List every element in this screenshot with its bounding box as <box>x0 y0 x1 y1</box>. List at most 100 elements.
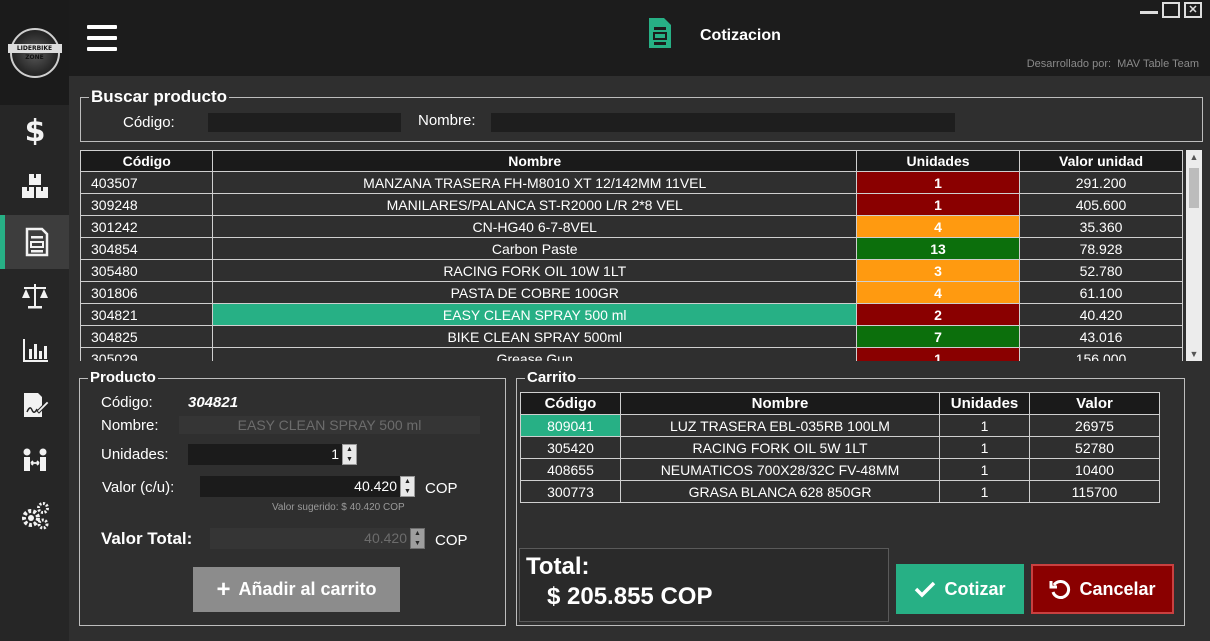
sidebar-item-sales[interactable]: $ <box>0 103 69 157</box>
cart-cell-value[interactable]: 10400 <box>1029 458 1160 481</box>
cell-unit-price[interactable]: 35.360 <box>1019 215 1183 238</box>
table-row[interactable]: 304854 Carbon Paste 13 78.928 <box>80 237 1183 260</box>
cell-name[interactable]: CN-HG40 6-7-8VEL <box>212 215 858 238</box>
unit-value-input[interactable]: 40.420 <box>200 476 400 497</box>
cell-units[interactable]: 1 <box>856 171 1021 194</box>
cell-code[interactable]: 301806 <box>80 281 214 304</box>
column-header-code[interactable]: Código <box>80 150 214 172</box>
cart-cell-units[interactable]: 1 <box>939 436 1030 459</box>
cart-cell-code[interactable]: 809041 <box>520 414 621 437</box>
sidebar-item-reports[interactable] <box>0 323 69 377</box>
cart-cell-name[interactable]: RACING FORK OIL 5W 1LT <box>620 436 940 459</box>
sidebar-item-inventory[interactable] <box>0 158 69 212</box>
cell-unit-price[interactable]: 52.780 <box>1019 259 1183 282</box>
cell-code[interactable]: 403507 <box>80 171 214 194</box>
stepper-down-icon[interactable]: ▼ <box>343 455 356 465</box>
cart-cell-value[interactable]: 115700 <box>1029 480 1160 503</box>
table-row[interactable]: 305029 Grease Gun 1 156.000 <box>80 347 1183 361</box>
cart-cell-name[interactable]: NEUMATICOS 700X28/32C FV-48MM <box>620 458 940 481</box>
cancel-button[interactable]: Cancelar <box>1031 564 1174 614</box>
cell-code[interactable]: 301242 <box>80 215 214 238</box>
cell-units[interactable]: 4 <box>856 215 1021 238</box>
stepper-up-icon[interactable]: ▲ <box>343 445 356 455</box>
cell-units[interactable]: 3 <box>856 259 1021 282</box>
sidebar-item-settings[interactable] <box>0 488 69 542</box>
close-button[interactable]: ✕ <box>1184 2 1202 18</box>
unit-value-stepper[interactable]: ▲ ▼ <box>400 476 415 497</box>
table-row[interactable]: 301806 PASTA DE COBRE 100GR 4 61.100 <box>80 281 1183 304</box>
cell-unit-price[interactable]: 61.100 <box>1019 281 1183 304</box>
table-row[interactable]: 309248 MANILARES/PALANCA ST-R2000 L/R 2*8… <box>80 193 1183 216</box>
cart-row[interactable]: 809041 LUZ TRASERA EBL-035RB 100LM 1 26975 <box>520 414 1160 437</box>
cart-header-value[interactable]: Valor <box>1029 392 1160 415</box>
cell-units[interactable]: 2 <box>856 303 1021 326</box>
cart-cell-value[interactable]: 52780 <box>1029 436 1160 459</box>
cell-unit-price[interactable]: 78.928 <box>1019 237 1183 260</box>
cell-unit-price[interactable]: 40.420 <box>1019 303 1183 326</box>
cart-cell-name[interactable]: GRASA BLANCA 628 850GR <box>620 480 940 503</box>
table-row[interactable]: 305480 RACING FORK OIL 10W 1LT 3 52.780 <box>80 259 1183 282</box>
cell-unit-price[interactable]: 156.000 <box>1019 347 1183 361</box>
cart-cell-value[interactable]: 26975 <box>1029 414 1160 437</box>
cart-cell-code[interactable]: 305420 <box>520 436 621 459</box>
quote-button[interactable]: Cotizar <box>896 564 1024 614</box>
search-code-input[interactable] <box>208 113 401 132</box>
cell-unit-price[interactable]: 291.200 <box>1019 171 1183 194</box>
minimize-button[interactable] <box>1140 2 1158 14</box>
sidebar-item-balance[interactable] <box>0 269 69 323</box>
cell-units[interactable]: 13 <box>856 237 1021 260</box>
cell-units[interactable]: 7 <box>856 325 1021 348</box>
cell-name[interactable]: BIKE CLEAN SPRAY 500ml <box>212 325 858 348</box>
column-header-unit-price[interactable]: Valor unidad <box>1019 150 1183 172</box>
cart-header-code[interactable]: Código <box>520 392 621 415</box>
cart-cell-name[interactable]: LUZ TRASERA EBL-035RB 100LM <box>620 414 940 437</box>
search-name-input[interactable] <box>491 113 955 132</box>
cell-code[interactable]: 304825 <box>80 325 214 348</box>
cart-cell-units[interactable]: 1 <box>939 480 1030 503</box>
cart-header-name[interactable]: Nombre <box>620 392 940 415</box>
column-header-units[interactable]: Unidades <box>856 150 1021 172</box>
sidebar-item-clients[interactable] <box>0 433 69 487</box>
cell-code[interactable]: 304821 <box>80 303 214 326</box>
cell-unit-price[interactable]: 405.600 <box>1019 193 1183 216</box>
cart-cell-code[interactable]: 408655 <box>520 458 621 481</box>
scroll-up-icon[interactable]: ▲ <box>1186 150 1202 164</box>
cell-code[interactable]: 305480 <box>80 259 214 282</box>
cell-name[interactable]: Grease Gun <box>212 347 858 361</box>
product-table-scrollbar[interactable]: ▲ ▼ <box>1186 150 1202 361</box>
cell-name[interactable]: Carbon Paste <box>212 237 858 260</box>
cart-header-units[interactable]: Unidades <box>939 392 1030 415</box>
cart-cell-code[interactable]: 300773 <box>520 480 621 503</box>
cell-name[interactable]: MANILARES/PALANCA ST-R2000 L/R 2*8 VEL <box>212 193 858 216</box>
maximize-button[interactable] <box>1162 2 1180 18</box>
column-header-name[interactable]: Nombre <box>212 150 858 172</box>
table-row[interactable]: 304825 BIKE CLEAN SPRAY 500ml 7 43.016 <box>80 325 1183 348</box>
units-input[interactable]: 1 <box>188 444 342 465</box>
cell-units[interactable]: 1 <box>856 193 1021 216</box>
hamburger-menu-icon[interactable] <box>87 25 117 51</box>
cell-code[interactable]: 309248 <box>80 193 214 216</box>
cell-name[interactable]: EASY CLEAN SPRAY 500 ml <box>212 303 858 326</box>
cell-name[interactable]: RACING FORK OIL 10W 1LT <box>212 259 858 282</box>
table-row[interactable]: 304821 EASY CLEAN SPRAY 500 ml 2 40.420 <box>80 303 1183 326</box>
cell-unit-price[interactable]: 43.016 <box>1019 325 1183 348</box>
cell-code[interactable]: 305029 <box>80 347 214 361</box>
sidebar-item-contracts[interactable] <box>0 378 69 432</box>
cart-row[interactable]: 300773 GRASA BLANCA 628 850GR 1 115700 <box>520 480 1160 503</box>
cart-row[interactable]: 408655 NEUMATICOS 700X28/32C FV-48MM 1 1040… <box>520 458 1160 481</box>
cart-cell-units[interactable]: 1 <box>939 414 1030 437</box>
cell-units[interactable]: 4 <box>856 281 1021 304</box>
cell-code[interactable]: 304854 <box>80 237 214 260</box>
cart-row[interactable]: 305420 RACING FORK OIL 5W 1LT 1 52780 <box>520 436 1160 459</box>
scroll-thumb[interactable] <box>1189 168 1199 208</box>
stepper-down-icon[interactable]: ▼ <box>401 487 414 497</box>
sidebar-item-quotes[interactable] <box>0 215 69 269</box>
cart-cell-units[interactable]: 1 <box>939 458 1030 481</box>
stepper-up-icon[interactable]: ▲ <box>401 477 414 487</box>
units-stepper[interactable]: ▲ ▼ <box>342 444 357 465</box>
cell-name[interactable]: PASTA DE COBRE 100GR <box>212 281 858 304</box>
cell-name[interactable]: MANZANA TRASERA FH-M8010 XT 12/142MM 11V… <box>212 171 858 194</box>
add-to-cart-button[interactable]: + Añadir al carrito <box>193 567 400 612</box>
cell-units[interactable]: 1 <box>856 347 1021 361</box>
table-row[interactable]: 301242 CN-HG40 6-7-8VEL 4 35.360 <box>80 215 1183 238</box>
